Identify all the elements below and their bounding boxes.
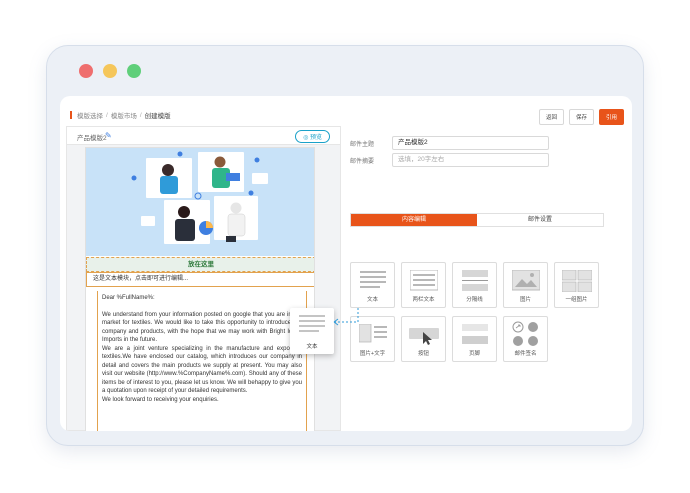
component-text-label: 文本 [366, 297, 378, 303]
component-footer[interactable]: 页脚 [452, 316, 497, 362]
team-video-call-illustration [131, 151, 268, 244]
email-greeting: Dear %FullName%: [102, 295, 155, 301]
email-paragraph-3: We look forward to receiving your enquir… [102, 396, 219, 403]
back-button[interactable]: 返回 [538, 109, 564, 125]
social-signature-icon [512, 321, 538, 346]
editor-tabs: 内容编辑 邮件设置 [350, 213, 604, 227]
two-column-text-icon [409, 270, 438, 291]
component-image[interactable]: 图片 [503, 262, 548, 308]
breadcrumb-marker [70, 111, 72, 119]
subject-label: 邮件主题 [350, 141, 375, 148]
editor-app: 模版选择 / 模版市场 / 创建模版 返回 保存 引用 产品模版2 ✎ ◎ 预览 [60, 96, 632, 431]
close-dot[interactable] [79, 64, 93, 78]
email-body-text[interactable]: Dear %FullName%: We understand from your… [97, 291, 307, 431]
drop-zone[interactable]: 放在这里 [86, 257, 314, 272]
breadcrumb-item-template-select[interactable]: 模版选择 [77, 110, 103, 120]
component-button[interactable]: 按钮 [401, 316, 446, 362]
text-lines-icon [359, 271, 386, 288]
maximize-dot[interactable] [127, 64, 141, 78]
summary-label: 邮件摘要 [350, 158, 375, 165]
save-button[interactable]: 保存 [568, 109, 594, 125]
tab-content-edit[interactable]: 内容编辑 [351, 214, 477, 226]
preview-header: 产品模版2 ✎ ◎ 预览 [67, 127, 340, 145]
divider-icon [461, 270, 488, 291]
text-module[interactable]: 这是文本模块，点击即可进行编辑... [86, 272, 314, 287]
settings-panel: 邮件主题 产品模版2 邮件摘要 选填，20字左右 内容编辑 邮件设置 文本 两栏… [350, 126, 615, 426]
breadcrumb-item-create-template: 创建模版 [144, 113, 171, 120]
preview-button-label: 预览 [309, 135, 322, 141]
component-image-label: 图片 [519, 297, 531, 303]
email-paragraph-1: We understand from your information post… [102, 311, 302, 344]
button-icon [408, 328, 439, 345]
apply-button[interactable]: 引用 [598, 109, 624, 125]
dragging-text-label: 文本 [306, 344, 318, 350]
image-text-icon [358, 324, 387, 343]
breadcrumb-item-template-market[interactable]: 模版市场 [111, 110, 137, 120]
component-footer-label: 页脚 [468, 351, 480, 357]
preview-button[interactable]: ◎ 预览 [295, 130, 330, 143]
edit-pencil-icon[interactable]: ✎ [105, 131, 112, 140]
email-canvas: 放在这里 这是文本模块，点击即可进行编辑... Dear %FullName%:… [85, 147, 315, 431]
component-image-text-label: 图片+文字 [359, 351, 386, 357]
tab-email-settings[interactable]: 邮件设置 [477, 214, 603, 226]
minimize-dot[interactable] [103, 64, 117, 78]
template-name: 产品模版2 [77, 135, 107, 142]
hero-illustration [86, 148, 314, 256]
subject-row: 邮件主题 产品模版2 [350, 136, 549, 150]
toolbar: 返回 保存 引用 [538, 109, 624, 125]
breadcrumb: 模版选择 / 模版市场 / 创建模版 [70, 110, 171, 120]
component-button-label: 按钮 [417, 351, 429, 357]
component-email-signature[interactable]: 邮件签名 [503, 316, 548, 362]
dragging-text-component[interactable]: 文本 [290, 308, 334, 354]
app-window: 模版选择 / 模版市场 / 创建模版 返回 保存 引用 产品模版2 ✎ ◎ 预览 [46, 45, 644, 446]
footer-icon [461, 324, 488, 344]
component-two-column-text-label: 两栏文本 [412, 297, 435, 303]
component-image-group-label: 一组图片 [565, 297, 588, 303]
image-group-icon [561, 270, 592, 292]
component-text[interactable]: 文本 [350, 262, 395, 308]
subject-input[interactable]: 产品模版2 [392, 136, 549, 150]
email-paragraph-2: We are a joint venture specializing in t… [102, 345, 302, 395]
component-email-signature-label: 邮件签名 [514, 351, 537, 357]
component-divider[interactable]: 分隔线 [452, 262, 497, 308]
component-two-column-text[interactable]: 两栏文本 [401, 262, 446, 308]
drag-arrow-icon [333, 308, 359, 326]
component-image-group[interactable]: 一组图片 [554, 262, 599, 308]
summary-row: 邮件摘要 选填，20字左右 [350, 153, 549, 167]
component-divider-label: 分隔线 [466, 297, 483, 303]
image-icon [511, 270, 540, 291]
text-lines-icon [299, 315, 325, 332]
email-preview-panel: 产品模版2 ✎ ◎ 预览 放在这里 这是文本模块，点击即可进行编辑... Dea… [66, 126, 341, 431]
summary-input[interactable]: 选填，20字左右 [392, 153, 549, 167]
